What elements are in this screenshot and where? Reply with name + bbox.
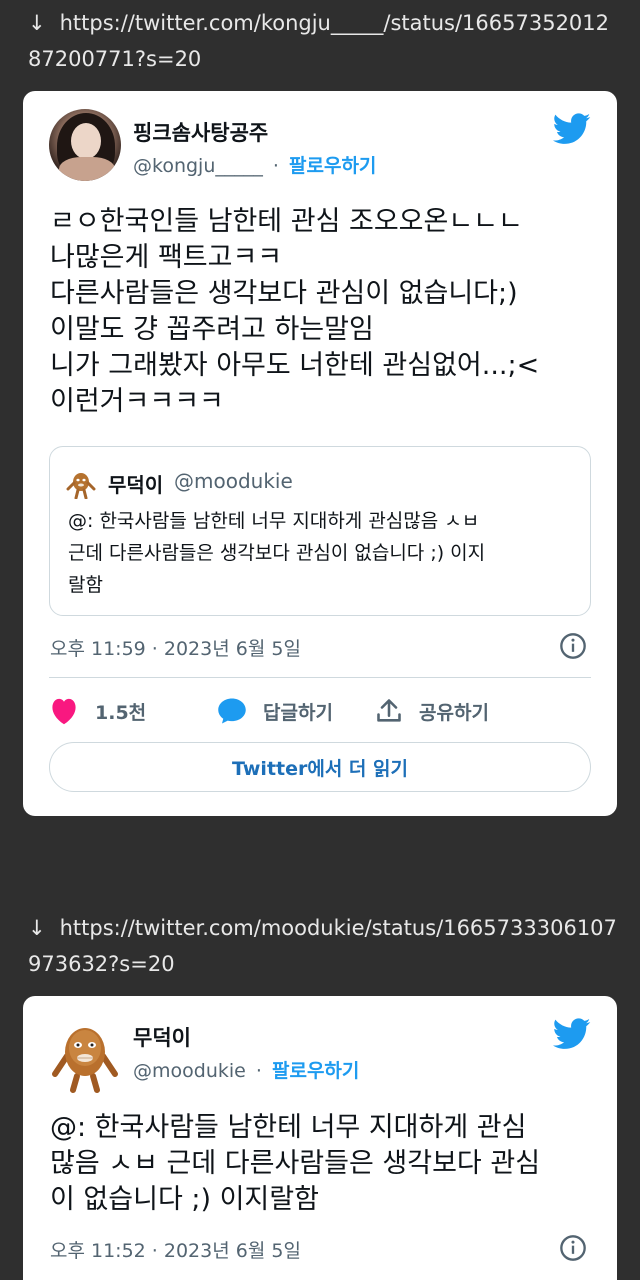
info-icon[interactable] [559,1234,587,1262]
reply-icon [218,698,246,724]
separator-dot: · [272,155,279,177]
tweet-card-1: 핑크솜사탕공주 @kongju_____ · 팔로우하기 ㄹㅇ한국인들 남한테 … [23,91,617,816]
link-1[interactable]: ↓ https://twitter.com/kongju_____/status/… [28,5,622,77]
avatar[interactable] [49,109,121,181]
twitter-bird-icon[interactable] [553,113,591,145]
link-2[interactable]: ↓ https://twitter.com/moodukie/status/166… [28,910,622,982]
tweet-card-2: 무덕이 @moodukie · 팔로우하기 @: 한국사람들 남한테 너무 지대… [23,996,617,1280]
read-more-button[interactable]: Twitter에서 더 읽기 [49,742,591,792]
divider [49,677,591,678]
author-handle[interactable]: @moodukie [133,1060,246,1082]
tweet-text: ㄹㅇ한국인들 남한테 관심 조오오온ㄴㄴㄴ 나많은게 팩트고ㅋㅋ 다른사람들은 … [50,206,540,417]
info-icon[interactable] [559,632,587,660]
author-handle-row: @kongju_____ · 팔로우하기 [133,151,376,178]
timestamp[interactable]: 오후 11:59 · 2023년 6월 5일 [50,634,301,661]
quoted-tweet[interactable]: 무덕이 @moodukie @: 한국사람들 남한테 너무 지대하게 관심많음 … [49,446,591,616]
share-label: 공유하기 [419,701,489,724]
share-icon [377,699,401,722]
share-button[interactable]: 공유하기 [375,691,489,731]
down-arrow-icon: ↓ [28,916,46,940]
author-handle[interactable]: @kongju_____ [133,155,263,177]
timestamp[interactable]: 오후 11:52 · 2023년 6월 5일 [50,1236,301,1263]
tweet-text: @: 한국사람들 남한테 너무 지대하게 관심 많음 ㅅㅂ 근데 다른사람들은 … [50,1112,541,1215]
action-bar: 1.5천 답글하기 공유하기 [49,691,591,731]
down-arrow-icon: ↓ [28,11,46,35]
like-count: 1.5천 [95,701,147,724]
avatar[interactable] [49,1018,121,1093]
heart-icon [52,698,76,725]
follow-button[interactable]: 팔로우하기 [272,1060,359,1082]
link-1-url[interactable]: https://twitter.com/kongju_____/status/1… [28,11,609,71]
reply-button[interactable]: 답글하기 [217,691,333,731]
author-name[interactable]: 무덕이 [133,1022,191,1052]
quote-author-handle: @moodukie [174,469,293,493]
author-handle-row: @moodukie · 팔로우하기 [133,1056,359,1083]
separator-dot: · [255,1060,262,1082]
quote-avatar [66,473,96,499]
link-2-url[interactable]: https://twitter.com/moodukie/status/1665… [28,916,617,976]
twitter-bird-icon[interactable] [553,1018,591,1050]
quote-text: @: 한국사람들 남한테 너무 지대하게 관심많음 ㅅㅂ 근데 다른사람들은 생… [68,510,486,596]
like-button[interactable]: 1.5천 [49,691,146,731]
page: ↓ https://twitter.com/kongju_____/status/… [0,0,640,1280]
quote-author-name: 무덕이 [108,473,164,497]
follow-button[interactable]: 팔로우하기 [289,155,376,177]
reply-label: 답글하기 [263,701,333,724]
author-name[interactable]: 핑크솜사탕공주 [133,117,268,147]
